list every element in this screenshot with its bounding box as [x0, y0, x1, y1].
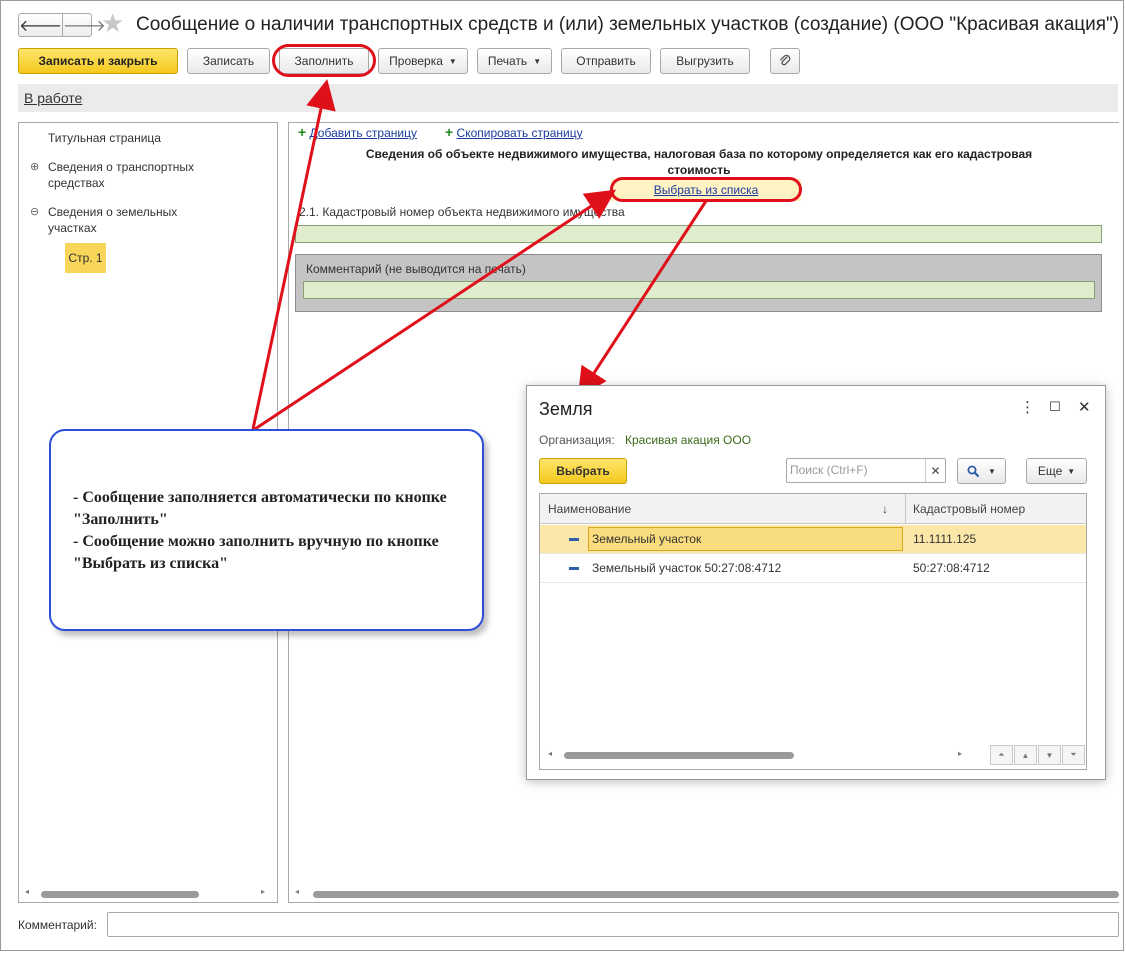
search-options-button[interactable]: ▼ — [957, 458, 1006, 484]
expand-icon[interactable]: ⊕ — [30, 160, 39, 173]
row-cadastral: 50:27:08:4712 — [913, 561, 990, 575]
table-scrollbar[interactable] — [564, 752, 794, 759]
chevron-down-icon: ▼ — [1067, 466, 1076, 476]
comment-input[interactable] — [107, 912, 1119, 937]
table-row[interactable]: Земельный участок 11.1111.125 — [540, 525, 1086, 554]
search-input[interactable]: Поиск (Ctrl+F) — [786, 458, 946, 483]
add-page-link[interactable]: + Добавить страницу — [298, 124, 417, 140]
table-header: Наименование ↓ Кадастровый номер — [540, 494, 1086, 524]
add-page-label: Добавить страницу — [309, 126, 417, 140]
navigation-group: 🡐 🡒 — [18, 13, 106, 37]
column-header-cadastral[interactable]: Кадастровый номер — [913, 502, 1025, 516]
last-page-icon[interactable]: ⏷ — [1062, 745, 1085, 765]
collapse-icon[interactable]: ⊖ — [30, 205, 39, 218]
scroll-left-icon[interactable]: ◂ — [548, 749, 552, 758]
callout-text: - Сообщение заполняется автоматически по… — [73, 489, 447, 572]
save-button[interactable]: Записать — [187, 48, 270, 74]
paperclip-icon — [780, 54, 791, 66]
row-name: Земельный участок — [592, 532, 702, 546]
annotation-callout: - Сообщение заполняется автоматически по… — [49, 429, 484, 631]
forward-button[interactable]: 🡒 — [61, 14, 106, 36]
main-panel-scrollbar[interactable] — [313, 891, 1119, 898]
cadastral-number-field[interactable] — [295, 225, 1102, 243]
dialog-title: Земля — [539, 399, 593, 419]
maximize-icon[interactable]: ☐ — [1049, 399, 1061, 415]
status-bar: В работе — [18, 84, 1118, 112]
export-button[interactable]: Выгрузить — [660, 48, 750, 74]
item-icon — [569, 567, 579, 570]
row-name: Земельный участок 50:27:08:4712 — [592, 561, 782, 575]
more-options-icon[interactable]: ⋮ — [1020, 398, 1035, 416]
select-from-list-highlight — [610, 177, 802, 202]
scroll-left-icon[interactable]: ◂ — [25, 887, 29, 899]
left-panel-scrollbar[interactable] — [41, 891, 199, 898]
arrow-left-icon: 🡐 — [19, 17, 62, 35]
status-link[interactable]: В работе — [24, 90, 82, 106]
page-up-icon[interactable]: ▲ — [1014, 745, 1037, 765]
more-label: Еще — [1037, 464, 1063, 478]
save-and-close-button[interactable]: Записать и закрыть — [18, 48, 178, 74]
page-down-icon[interactable]: ▼ — [1038, 745, 1061, 765]
plus-icon: + — [445, 124, 454, 140]
scroll-right-icon[interactable]: ▸ — [261, 887, 265, 899]
attach-button[interactable] — [770, 48, 800, 74]
tree-item-vehicles[interactable]: Сведения о транспортных средствах — [48, 159, 218, 191]
column-header-name[interactable]: Наименование — [548, 502, 631, 516]
close-icon[interactable]: ✕ — [1078, 398, 1091, 416]
land-table: Наименование ↓ Кадастровый номер Земельн… — [539, 493, 1087, 770]
item-icon — [569, 538, 579, 541]
tree-item-land-plots[interactable]: Сведения о земельных участках — [48, 204, 208, 236]
section-title: Сведения об объекте недвижимого имуществ… — [365, 147, 1033, 177]
arrow-right-icon: 🡒 — [62, 17, 106, 35]
organization-value[interactable]: Красивая акация ООО — [625, 433, 751, 447]
print-dropdown-button[interactable]: Печать ▼ — [477, 48, 552, 74]
page-badge[interactable]: Стр. 1 — [65, 243, 106, 273]
plus-icon: + — [298, 124, 307, 140]
scroll-left-icon[interactable]: ◂ — [295, 887, 299, 899]
first-page-icon[interactable]: ⏶ — [990, 745, 1013, 765]
land-dialog: Земля ⋮ ☐ ✕ Организация: Красивая акация… — [526, 385, 1106, 780]
search-icon — [967, 465, 980, 477]
print-label: Печать — [487, 54, 528, 68]
scroll-right-icon[interactable]: ▸ — [958, 749, 962, 758]
form-comment-field[interactable] — [303, 281, 1095, 299]
clear-search-icon[interactable]: ✕ — [925, 459, 945, 482]
check-label: Проверка — [389, 54, 443, 68]
cadastral-number-label: 2.1. Кадастровый номер объекта недвижимо… — [299, 205, 625, 219]
comment-label: Комментарий: — [18, 918, 97, 932]
table-row[interactable]: Земельный участок 50:27:08:4712 50:27:08… — [540, 554, 1086, 583]
send-button[interactable]: Отправить — [561, 48, 651, 74]
check-dropdown-button[interactable]: Проверка ▼ — [378, 48, 468, 74]
comment-section: Комментарий (не выводится на печать) — [295, 254, 1102, 312]
chevron-down-icon: ▼ — [533, 56, 542, 66]
tree-item-title-page[interactable]: Титульная страница — [48, 130, 161, 146]
column-divider[interactable] — [905, 494, 906, 524]
more-dropdown-button[interactable]: Еще ▼ — [1026, 458, 1087, 484]
star-icon[interactable]: ★ — [101, 10, 124, 36]
sort-arrow-icon[interactable]: ↓ — [882, 502, 888, 516]
form-comment-label: Комментарий (не выводится на печать) — [306, 262, 526, 276]
window-frame: 🡐 🡒 ★ Сообщение о наличии транспортных с… — [0, 0, 1124, 951]
organization-label: Организация: — [539, 433, 615, 447]
copy-page-link[interactable]: + Скопировать страницу — [445, 124, 583, 140]
chevron-down-icon: ▼ — [988, 466, 996, 476]
back-button[interactable]: 🡐 — [19, 14, 62, 36]
window-title: Сообщение о наличии транспортных средств… — [136, 14, 1120, 35]
chevron-down-icon: ▼ — [448, 56, 457, 66]
row-cadastral: 11.1111.125 — [913, 532, 977, 546]
copy-page-label: Скопировать страницу — [456, 126, 583, 140]
fill-button-highlight — [272, 44, 376, 77]
select-button[interactable]: Выбрать — [539, 458, 627, 484]
